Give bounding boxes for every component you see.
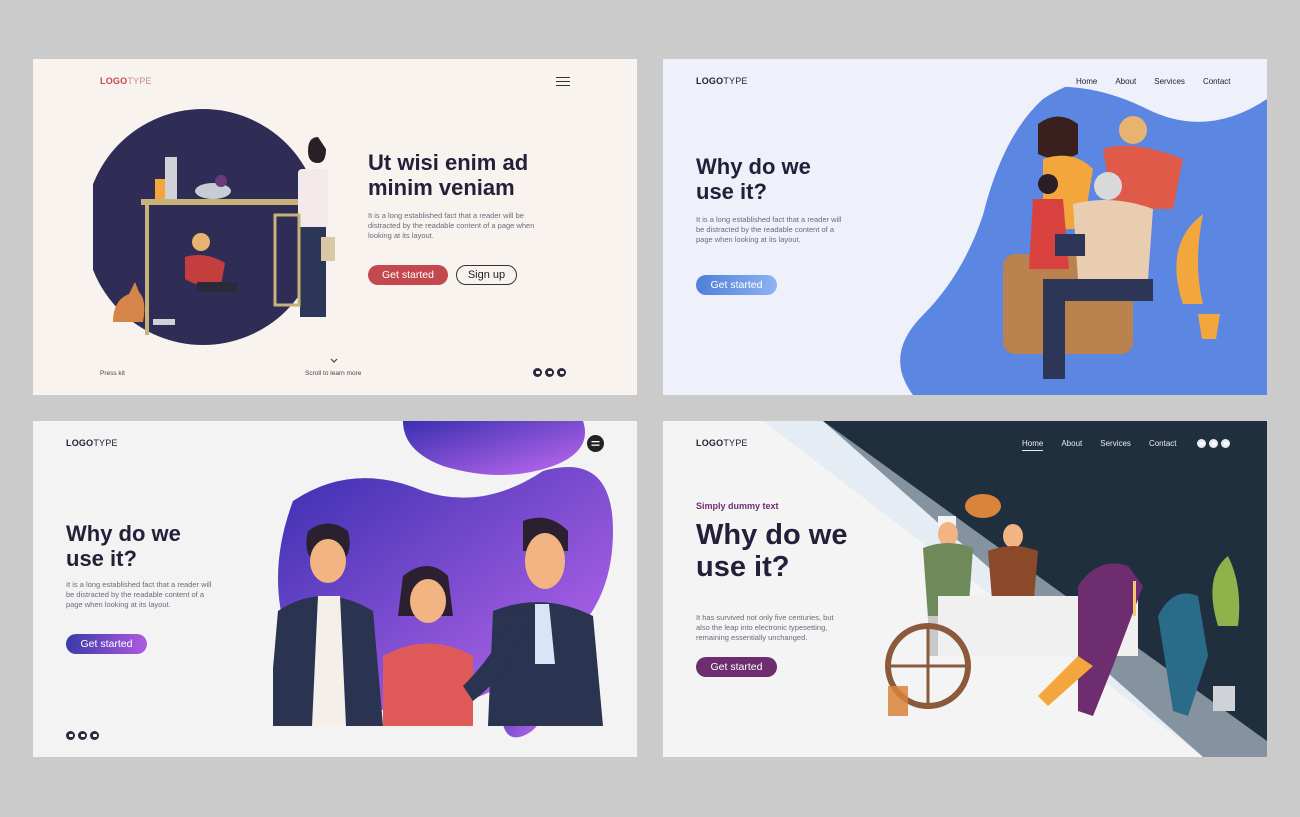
logo-bold-text: LOGO xyxy=(66,438,94,448)
hero-title-line2: use it? xyxy=(696,178,767,204)
hero-title-line1: Ut wisi enim ad xyxy=(368,150,529,175)
hero-body-line3: page when looking at its layout. xyxy=(696,235,801,245)
logo[interactable]: LOGOTYPE xyxy=(696,76,748,86)
family-portrait-illustration xyxy=(273,517,603,726)
hero-title-line2: use it? xyxy=(696,551,790,584)
hero-body-line2: be distracted by the readable content of… xyxy=(696,225,835,235)
hero-body-line1: It has survived not only five centuries,… xyxy=(696,613,834,622)
hero-body-line2: also the leap into electronic typesettin… xyxy=(696,623,828,633)
hero-body-line2: be distracted by the readable content of… xyxy=(66,590,205,600)
logo-bold-text: LOGO xyxy=(100,76,128,86)
nav-services[interactable]: Services xyxy=(1154,77,1185,86)
get-started-button[interactable]: Get started xyxy=(368,265,448,285)
logo-light-text: TYPE xyxy=(723,76,748,86)
logo-light-text: TYPE xyxy=(723,438,748,448)
hero-title: Ut wisi enim ad minim veniam xyxy=(368,150,529,200)
hero-title-line2: use it? xyxy=(66,545,137,571)
top-nav: Home About Services Contact xyxy=(1022,439,1177,451)
landing-card-1: LOGOTYPE Ut wisi enim ad minim veniam It… xyxy=(33,59,637,395)
sign-up-button[interactable]: Sign up xyxy=(456,265,517,285)
kitchen-family-illustration xyxy=(93,109,335,345)
telegram-icon[interactable] xyxy=(90,731,99,740)
logo[interactable]: LOGOTYPE xyxy=(100,76,152,86)
landing-card-2: LOGOTYPE Home About Services Contact Why… xyxy=(663,59,1267,395)
nav-services[interactable]: Services xyxy=(1100,439,1131,451)
phone-icon[interactable] xyxy=(78,731,87,740)
logo-light-text: TYPE xyxy=(93,438,118,448)
press-kit-link[interactable]: Press kit xyxy=(100,370,125,377)
hero-title-line2: minim veniam xyxy=(368,174,515,200)
hero-title-line1: Why do we xyxy=(696,154,811,179)
hero-body: It has survived not only five centuries,… xyxy=(696,613,834,643)
hero-title: Why do we use it? xyxy=(66,521,181,571)
hero-title-line1: Why do we xyxy=(66,521,181,546)
logo[interactable]: LOGOTYPE xyxy=(66,438,118,448)
telegram-icon[interactable] xyxy=(557,368,566,377)
thanksgiving-illustration xyxy=(885,494,1240,716)
kicker-text: Simply dummy text xyxy=(696,501,779,511)
logo-bold-text: LOGO xyxy=(696,76,724,86)
nav-home[interactable]: Home xyxy=(1076,77,1097,86)
email-icon[interactable] xyxy=(1197,439,1206,448)
chevron-down-icon[interactable] xyxy=(330,358,338,364)
social-links xyxy=(1197,439,1230,448)
hero-body: It is a long established fact that a rea… xyxy=(368,211,534,241)
top-nav: Home About Services Contact xyxy=(1076,77,1231,86)
nav-home[interactable]: Home xyxy=(1022,439,1044,451)
nav-contact[interactable]: Contact xyxy=(1149,439,1177,451)
hero-body-line3: page when looking at its layout. xyxy=(66,600,171,610)
nav-contact[interactable]: Contact xyxy=(1203,77,1231,86)
email-icon[interactable] xyxy=(533,368,542,377)
family-reading-illustration xyxy=(1003,116,1220,379)
social-links xyxy=(533,368,566,377)
scroll-hint: Scroll to learn more xyxy=(305,370,362,377)
email-icon[interactable] xyxy=(66,731,75,740)
phone-icon[interactable] xyxy=(1209,439,1218,448)
logo-light-text: TYPE xyxy=(127,76,152,86)
hero-body-line1: It is a long established fact that a rea… xyxy=(66,580,212,589)
get-started-button[interactable]: Get started xyxy=(66,634,147,654)
nav-about[interactable]: About xyxy=(1115,77,1136,86)
hamburger-menu-icon[interactable] xyxy=(556,77,570,87)
menu-circle-icon[interactable] xyxy=(587,435,604,452)
hero-body-line1: It is a long established fact that a rea… xyxy=(368,211,524,220)
hero-body-line1: It is a long established fact that a rea… xyxy=(696,215,842,224)
social-links xyxy=(66,731,99,740)
get-started-button[interactable]: Get started xyxy=(696,657,777,677)
phone-icon[interactable] xyxy=(545,368,554,377)
telegram-icon[interactable] xyxy=(1221,439,1230,448)
hero-body-line3: remaining essentially unchanged. xyxy=(696,633,808,643)
hero-body-line3: looking at its layout. xyxy=(368,231,434,241)
hero-title: Why do we use it? xyxy=(696,154,811,204)
hero-body: It is a long established fact that a rea… xyxy=(66,580,212,610)
landing-card-4: LOGOTYPE Home About Services Contact Sim… xyxy=(663,421,1267,757)
hero-body-line2: distracted by the readable content of a … xyxy=(368,221,535,231)
logo[interactable]: LOGOTYPE xyxy=(696,438,748,448)
landing-card-3: LOGOTYPE Why do we use it? It is a long … xyxy=(33,421,637,757)
hero-body: It is a long established fact that a rea… xyxy=(696,215,842,245)
hero-title-line1: Why do we xyxy=(696,519,848,551)
logo-bold-text: LOGO xyxy=(696,438,724,448)
get-started-button[interactable]: Get started xyxy=(696,275,777,295)
nav-about[interactable]: About xyxy=(1061,439,1082,451)
hero-title: Why do we use it? xyxy=(696,519,847,584)
